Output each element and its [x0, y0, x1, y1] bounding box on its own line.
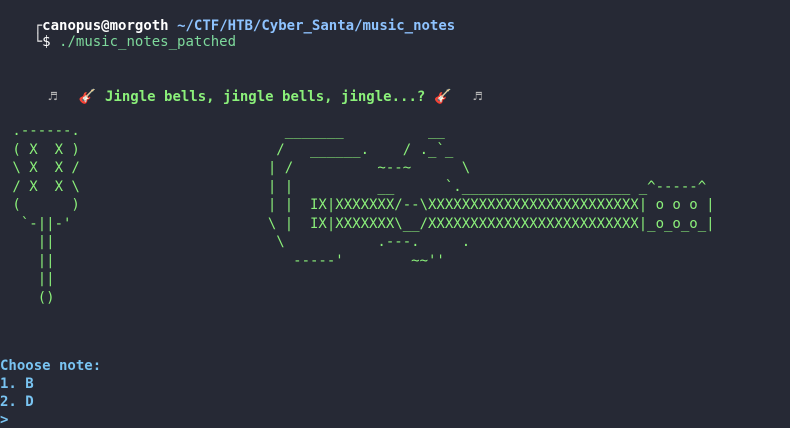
menu-title: Choose note:: [0, 358, 102, 374]
command-text: ./music_notes_patched: [59, 34, 237, 50]
guitar-icon: 🎸: [434, 89, 452, 105]
menu-option-2[interactable]: 2. D: [0, 393, 34, 411]
command-line: └$ ./music_notes_patched: [0, 15, 236, 50]
menu-option-1[interactable]: 1. B: [0, 375, 34, 393]
banner-text: Jingle bells, jingle bells, jingle...?: [105, 89, 426, 105]
banner-line: ♬ 🎸 Jingle bells, jingle bells, jingle..…: [10, 70, 487, 105]
maraca-ascii-art: .------. ( X X ) \ X X / / X X \ ( ) `-|…: [12, 123, 80, 306]
guitar-ascii-art: _______ __ / ______. / ._`_ | / ~--~ \ |…: [267, 123, 715, 269]
music-note-icon: ♬: [48, 89, 57, 105]
music-note-icon: ♬: [473, 89, 482, 105]
input-caret[interactable]: >: [0, 411, 8, 428]
terminal-window: ┌canopus@morgoth ~/CTF/HTB/Cyber_Santa/m…: [0, 0, 790, 428]
prompt-corner: └: [33, 34, 43, 50]
guitar-icon: 🎸: [78, 89, 97, 105]
prompt-dollar: $: [42, 34, 51, 50]
